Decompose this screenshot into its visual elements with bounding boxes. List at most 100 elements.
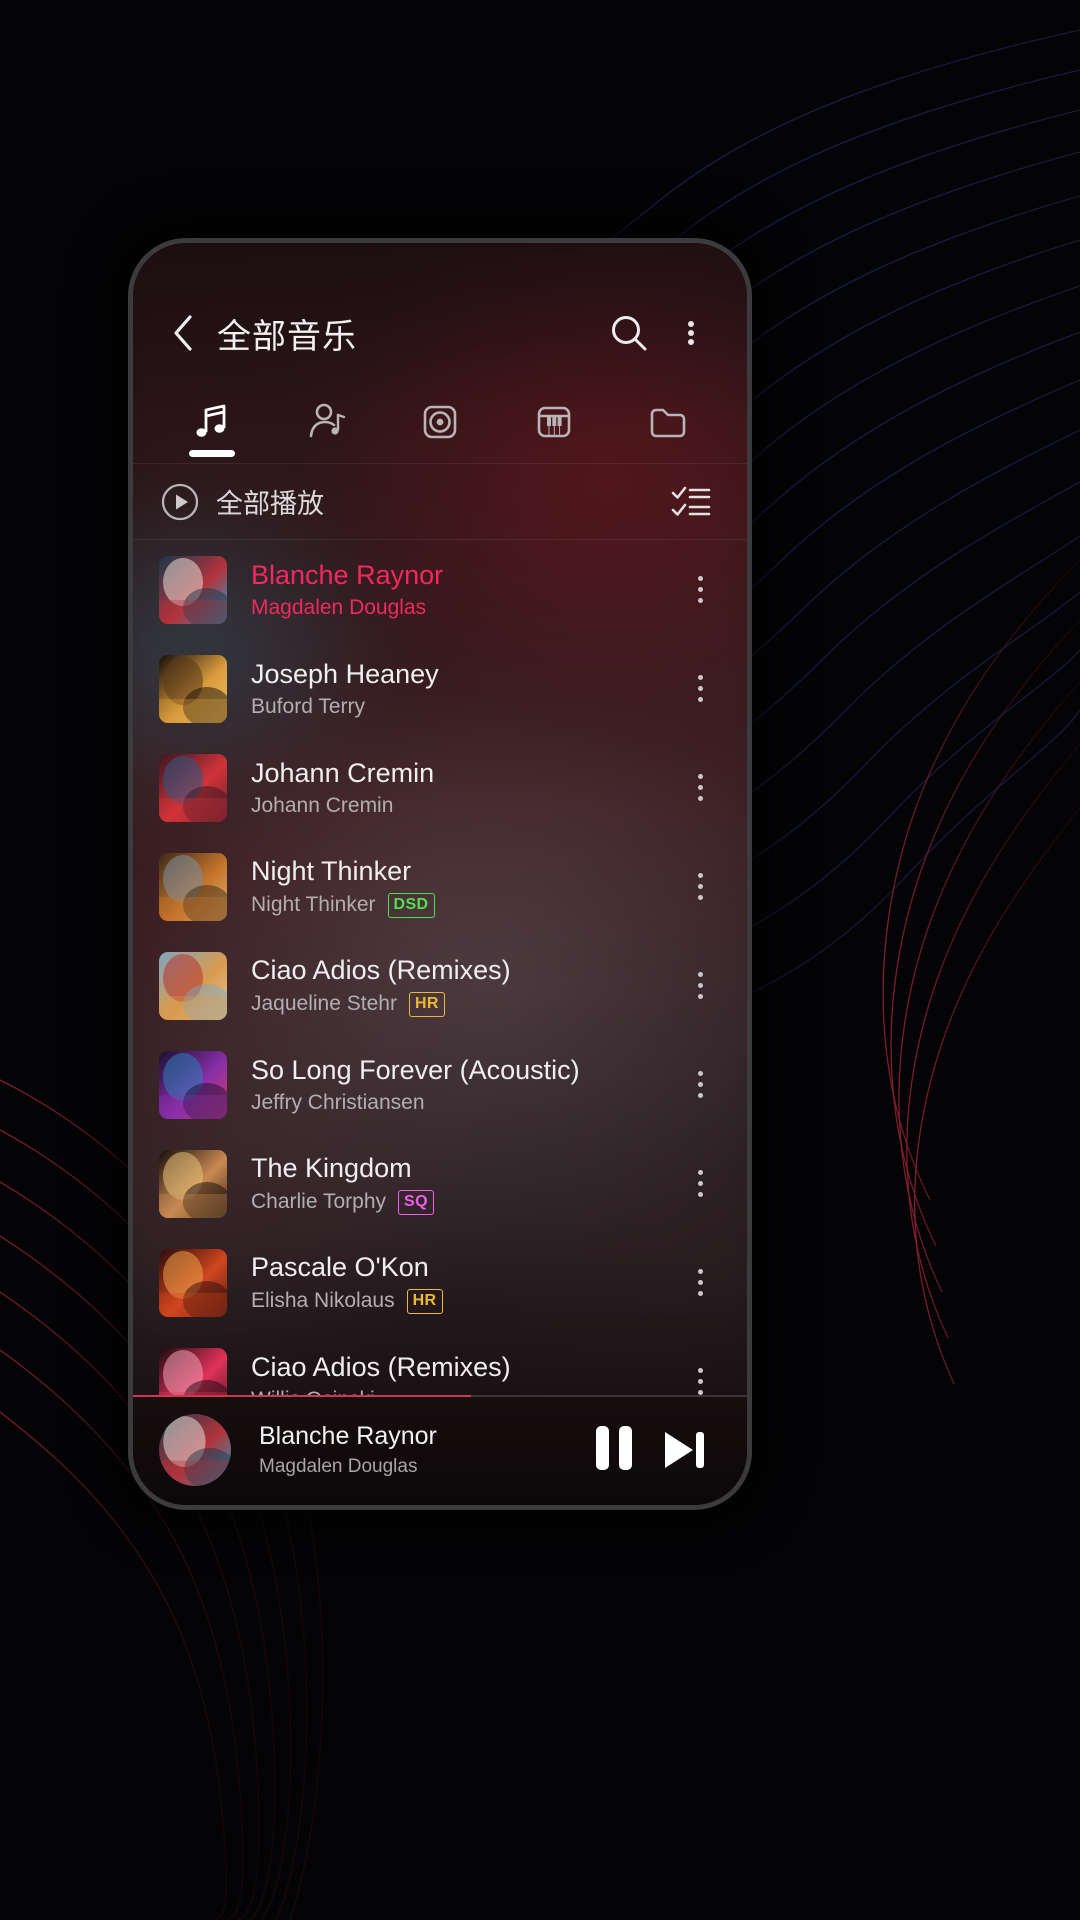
album-art: [159, 1347, 227, 1395]
song-list[interactable]: Blanche Raynor Magdalen Douglas Joseph Hea…: [133, 540, 747, 1395]
phone-screen: 全部音乐 全部播放 Blanche Raynor Magdalen Dougla…: [133, 243, 747, 1505]
kebab-menu-icon: [688, 318, 694, 348]
song-overflow-button[interactable]: [677, 857, 723, 917]
mini-progress-fill: [133, 1395, 471, 1397]
page-root: 全部音乐 全部播放 Blanche Raynor Magdalen Dougla…: [0, 0, 1080, 1920]
multiselect-button[interactable]: [665, 476, 717, 528]
app-header: 全部音乐: [133, 285, 747, 381]
song-overflow-button[interactable]: [677, 1253, 723, 1313]
song-meta: The Kingdom Charlie Torphy SQ: [251, 1152, 677, 1215]
song-meta: Ciao Adios (Remixes) Jaqueline Stehr HR: [251, 954, 677, 1017]
mini-player-title: Blanche Raynor: [259, 1422, 437, 1450]
quality-badge: DSD: [387, 892, 435, 918]
search-button[interactable]: [603, 307, 655, 359]
mini-player-avatar[interactable]: [159, 1414, 231, 1486]
checklist-icon: [671, 486, 711, 516]
album-art: [159, 654, 227, 723]
play-all-bar: 全部播放: [133, 464, 747, 540]
song-overflow-button[interactable]: [677, 560, 723, 620]
tab-folders[interactable]: [611, 381, 725, 463]
pause-icon: [596, 1425, 632, 1475]
song-title: So Long Forever (Acoustic): [251, 1054, 580, 1085]
song-title: Pascale O'Kon: [251, 1252, 429, 1283]
song-title: Johann Cremin: [251, 757, 435, 788]
song-row[interactable]: Johann Cremin Johann Cremin: [133, 738, 747, 837]
song-title: Ciao Adios (Remixes): [251, 955, 511, 986]
song-row[interactable]: Ciao Adios (Remixes)Willis Osinski: [133, 1332, 747, 1395]
song-overflow-button[interactable]: [677, 1055, 723, 1115]
song-row[interactable]: Pascale O'Kon Elisha Nikolaus HR: [133, 1233, 747, 1332]
song-meta: Pascale O'Kon Elisha Nikolaus HR: [251, 1251, 677, 1314]
song-row[interactable]: Blanche Raynor Magdalen Douglas: [133, 540, 747, 639]
album-art: [159, 852, 227, 921]
piano-keys-icon: [537, 406, 571, 438]
song-overflow-button[interactable]: [677, 758, 723, 818]
album-art: [159, 1248, 227, 1317]
song-meta: Johann Cremin Johann Cremin: [251, 757, 677, 819]
overflow-menu-button[interactable]: [665, 307, 717, 359]
song-row[interactable]: Joseph Heaney Buford Terry: [133, 639, 747, 738]
song-subline: Night Thinker DSD: [251, 892, 677, 918]
tab-songs[interactable]: [155, 381, 269, 463]
tab-genres[interactable]: [497, 381, 611, 463]
mini-player-meta: Blanche Raynor Magdalen Douglas: [259, 1422, 579, 1478]
song-row[interactable]: So Long Forever (Acoustic) Jeffry Christi…: [133, 1035, 747, 1134]
song-subline: Elisha Nikolaus HR: [251, 1288, 677, 1314]
song-overflow-button[interactable]: [677, 1352, 723, 1395]
song-overflow-button[interactable]: [677, 956, 723, 1016]
next-button[interactable]: [649, 1415, 719, 1485]
mini-player-artist: Magdalen Douglas: [259, 1456, 418, 1477]
album-art: [159, 753, 227, 822]
song-subline: Jeffry Christiansen: [251, 1091, 677, 1115]
song-artist: Johann Cremin: [251, 794, 394, 818]
quality-badge: HR: [408, 991, 445, 1017]
back-button[interactable]: [161, 311, 205, 355]
song-subline: Buford Terry: [251, 695, 677, 719]
chevron-left-icon: [174, 315, 192, 351]
song-artist: Night Thinker: [251, 893, 376, 917]
page-title: 全部音乐: [217, 316, 357, 357]
song-row[interactable]: Ciao Adios (Remixes) Jaqueline Stehr HR: [133, 936, 747, 1035]
music-note-icon: [196, 404, 226, 437]
quality-badge: HR: [406, 1288, 443, 1314]
tab-bar: [133, 381, 747, 464]
song-title: Ciao Adios (Remixes): [251, 1351, 511, 1382]
album-art: [159, 1149, 227, 1218]
song-meta: So Long Forever (Acoustic) Jeffry Christi…: [251, 1054, 677, 1116]
song-row[interactable]: Night Thinker Night Thinker DSD: [133, 837, 747, 936]
song-subline: Johann Cremin: [251, 794, 677, 818]
song-artist: Elisha Nikolaus: [251, 1289, 395, 1313]
album-art: [159, 1050, 227, 1119]
play-all-button[interactable]: 全部播放: [161, 482, 665, 521]
artist-icon: [309, 403, 346, 438]
search-icon: [612, 316, 647, 351]
mini-player[interactable]: Blanche Raynor Magdalen Douglas: [133, 1395, 747, 1505]
phone-frame: 全部音乐 全部播放 Blanche Raynor Magdalen Dougla…: [128, 238, 752, 1510]
folder-icon: [650, 408, 686, 438]
song-subline: Magdalen Douglas: [251, 596, 677, 620]
song-artist: Charlie Torphy: [251, 1190, 387, 1214]
song-row[interactable]: The Kingdom Charlie Torphy SQ: [133, 1134, 747, 1233]
album-art: [159, 951, 227, 1020]
album-art: [159, 555, 227, 624]
song-meta: Ciao Adios (Remixes)Willis Osinski: [251, 1351, 677, 1395]
play-all-label: 全部播放: [216, 489, 324, 520]
pause-button[interactable]: [579, 1415, 649, 1485]
quality-badge: SQ: [398, 1189, 434, 1215]
song-artist: Jaqueline Stehr: [251, 992, 397, 1016]
song-subline: Jaqueline Stehr HR: [251, 991, 677, 1017]
song-overflow-button[interactable]: [677, 659, 723, 719]
tab-albums[interactable]: [383, 381, 497, 463]
tab-active-underline: [189, 450, 235, 457]
song-artist: Magdalen Douglas: [251, 596, 427, 620]
album-disc-icon: [423, 405, 457, 439]
song-artist: Jeffry Christiansen: [251, 1091, 425, 1115]
song-subline: Charlie Torphy SQ: [251, 1189, 677, 1215]
song-meta: Blanche Raynor Magdalen Douglas: [251, 559, 677, 621]
song-title: The Kingdom: [251, 1153, 412, 1184]
song-title: Blanche Raynor: [251, 559, 444, 590]
song-overflow-button[interactable]: [677, 1154, 723, 1214]
song-meta: Joseph Heaney Buford Terry: [251, 658, 677, 720]
tab-artists[interactable]: [269, 381, 383, 463]
song-artist: Buford Terry: [251, 695, 365, 719]
